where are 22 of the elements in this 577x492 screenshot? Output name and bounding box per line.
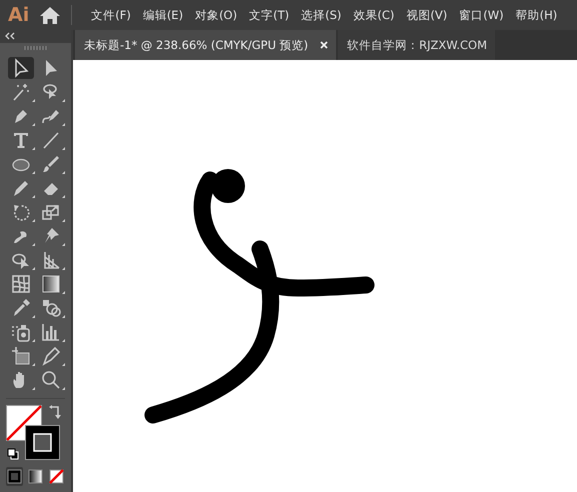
collapse-icon[interactable] [5,32,15,40]
menu-item[interactable]: 文字(T) [244,8,294,22]
menu-item[interactable]: 帮助(H) [510,8,562,22]
home-icon[interactable] [39,5,62,25]
none-mode-icon[interactable] [49,468,64,484]
color-mode-icon[interactable] [7,468,22,484]
app-logo: Ai [8,4,30,26]
menu-item[interactable]: 效果(C) [348,8,400,22]
default-colors-icon[interactable] [7,448,19,460]
menu-item[interactable]: 对象(O) [190,8,242,22]
close-icon[interactable] [320,41,328,49]
document-tab[interactable]: 软件自学网：RJZXW.COM [338,30,495,60]
document-tab[interactable]: 未标题-1* @ 238.66% (CMYK/GPU 预览) [75,30,336,60]
menu-item[interactable]: 视图(V) [401,8,452,22]
grip-icon[interactable] [24,46,48,50]
menu-item[interactable]: 窗口(W) [454,8,509,22]
swap-icon[interactable] [49,404,61,419]
menu-item[interactable]: 编辑(E) [138,8,188,22]
menu-item[interactable]: 文件(F) [86,8,136,22]
menu-item[interactable]: 选择(S) [296,8,346,22]
gradient-mode-icon[interactable] [28,468,43,484]
stroke-swatch[interactable] [25,424,60,460]
